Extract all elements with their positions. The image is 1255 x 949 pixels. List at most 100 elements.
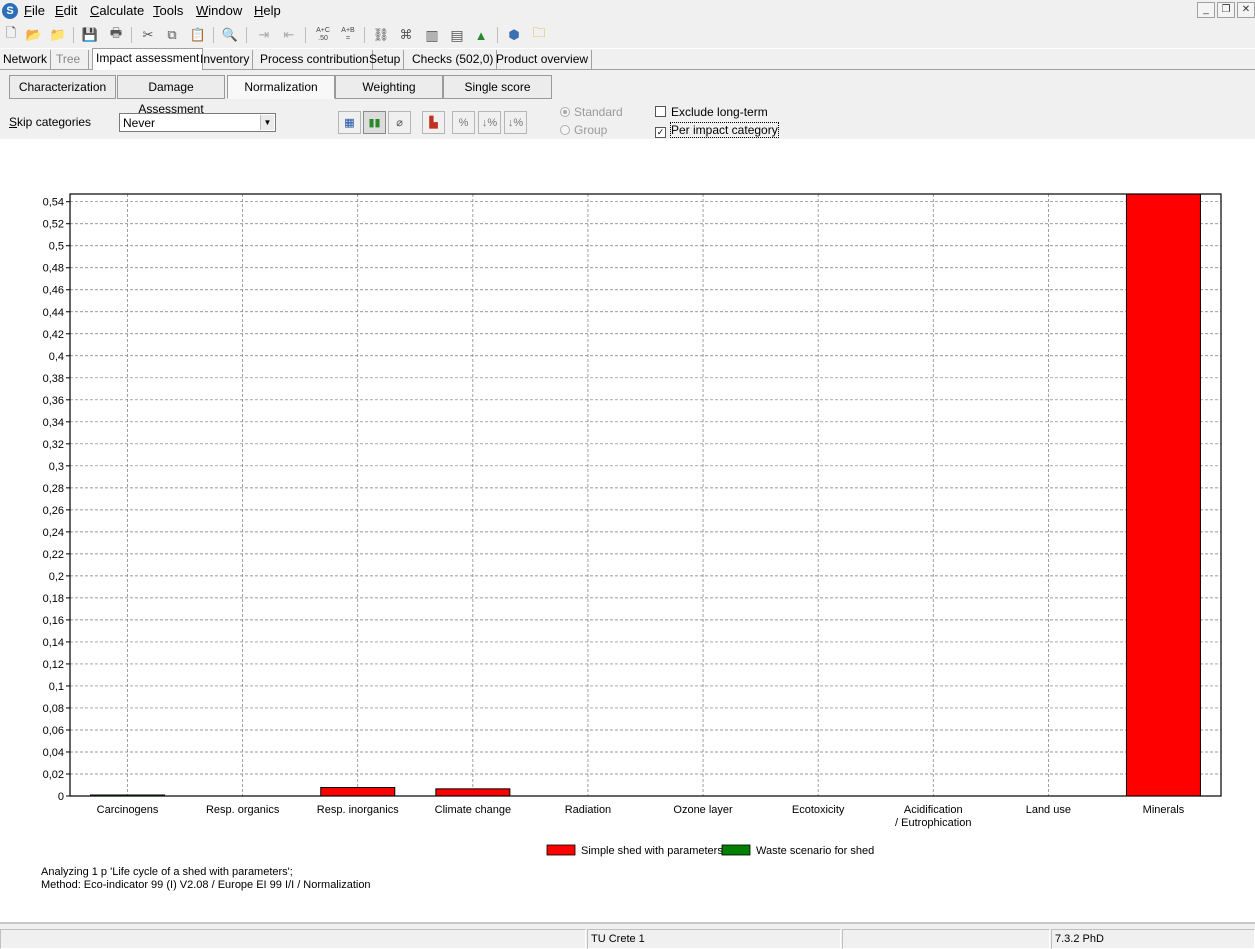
stacked-bar-icon[interactable]: ▙: [422, 111, 445, 134]
y-tick-label: 0,26: [43, 505, 64, 517]
characterization-view-icon[interactable]: ⌀: [388, 111, 411, 134]
x-category-label: Radiation: [565, 804, 611, 816]
bar-simple-shed: [1125, 193, 1201, 797]
y-tick-label: 0,2: [49, 571, 64, 583]
y-tick-label: 0,28: [43, 483, 64, 495]
x-category-label: Resp. organics: [206, 804, 280, 816]
libraries-icon[interactable]: ⬢: [504, 25, 524, 45]
tab-setup[interactable]: Setup: [366, 50, 405, 70]
subtab-single-score[interactable]: Single score: [443, 75, 552, 99]
subtab-weighting[interactable]: Weighting: [335, 75, 443, 99]
app-logo-icon: S: [2, 3, 18, 19]
y-tick-label: 0,34: [43, 417, 64, 429]
tab-impact-assessment[interactable]: Impact assessment: [92, 48, 204, 71]
per-impact-category-checkbox[interactable]: ✓ Per impact category: [655, 122, 779, 138]
method-description: Method: Eco-indicator 99 (I) V2.08 / Eur…: [41, 879, 371, 891]
normalization-chart: 0 0,02 0,04 0,06 0,08 0,1 0,12 0,14 0,16 0,18 0,2 0…: [43, 193, 1222, 857]
legend-label: Waste scenario for shed: [756, 845, 874, 857]
new-icon[interactable]: 🗋: [1, 25, 21, 45]
y-tick-label: 0,08: [43, 703, 64, 715]
y-tick-label: 0,5: [49, 241, 64, 253]
copy-icon[interactable]: ⧉: [162, 25, 182, 45]
y-tick-label: 0,52: [43, 219, 64, 231]
tab-process-contribution[interactable]: Process contribution: [257, 50, 373, 70]
tab-network[interactable]: Network: [0, 50, 52, 70]
save-icon[interactable]: 💾: [80, 25, 100, 45]
exclude-long-term-checkbox[interactable]: Exclude long-term: [655, 105, 768, 119]
menu-window[interactable]: Window: [196, 3, 242, 18]
legend-swatch: [721, 844, 751, 856]
window-controls: _ ❐ ✕: [1197, 2, 1255, 18]
x-category-label: Carcinogens: [97, 804, 159, 816]
legend-swatch: [546, 844, 576, 856]
control-panel: Characterization Damage Assessment Norma…: [0, 70, 1255, 139]
tab-tree[interactable]: Tree: [48, 50, 90, 70]
chevron-down-icon[interactable]: ▼: [260, 115, 274, 130]
legend-label: Simple shed with parameters: [581, 845, 723, 857]
group-radio[interactable]: Group: [560, 123, 607, 137]
x-category-label: / Eutrophication: [895, 817, 971, 829]
subtab-damage-assessment[interactable]: Damage Assessment: [117, 75, 225, 116]
y-tick-label: 0,24: [43, 527, 64, 539]
tab-checks[interactable]: Checks (502,0): [409, 50, 498, 70]
radio-icon: [560, 125, 570, 135]
print-icon[interactable]: 🖶: [106, 25, 126, 45]
per-impact-category-label: Per impact category: [670, 122, 779, 138]
bar-simple-shed: [320, 787, 396, 797]
subtab-normalization[interactable]: Normalization: [227, 75, 335, 99]
y-tick-label: 0,02: [43, 769, 64, 781]
paste-icon[interactable]: 📋: [188, 25, 208, 45]
tab-product-overview[interactable]: Product overview: [493, 50, 593, 70]
delete-line-icon[interactable]: ⇤: [279, 25, 299, 45]
stacked-chart-icon[interactable]: ▤: [447, 25, 467, 45]
skip-categories-select[interactable]: Never ▼: [119, 113, 276, 132]
restore-icon[interactable]: ❐: [1217, 2, 1235, 18]
close-icon[interactable]: ✕: [1237, 2, 1255, 18]
find-icon[interactable]: 🔍: [220, 25, 240, 45]
x-category-label: Land use: [1026, 804, 1071, 816]
projects-icon[interactable]: 🗀: [529, 25, 549, 45]
y-tick-label: 0,4: [49, 351, 64, 363]
y-tick-label: 0,06: [43, 725, 64, 737]
open-icon[interactable]: 📂: [24, 25, 44, 45]
sort-percent-alt-icon[interactable]: ↓%: [504, 111, 527, 134]
y-tick-label: 0,38: [43, 373, 64, 385]
x-category-label: Ozone layer: [673, 804, 733, 816]
monte-carlo-icon[interactable]: ▲: [471, 25, 491, 45]
skip-categories-label: Skip categories: [9, 115, 92, 129]
status-bar: TU Crete 1 7.3.2 PhD: [0, 922, 1255, 949]
chart-view-icon[interactable]: ▮▮: [363, 111, 386, 134]
percent-icon[interactable]: %: [452, 111, 475, 134]
y-tick-label: 0,04: [43, 747, 64, 759]
y-tick-label: 0,14: [43, 637, 64, 649]
menu-bar: S File Edit Calculate Tools Window Help …: [0, 0, 1255, 22]
standard-label: Standard: [574, 105, 623, 119]
skip-categories-value: Never: [123, 116, 156, 130]
minimize-icon[interactable]: _: [1197, 2, 1215, 18]
cut-icon[interactable]: ✂: [138, 25, 158, 45]
analyze-icon[interactable]: A+C .50: [312, 25, 334, 45]
y-tick-label: 0,18: [43, 593, 64, 605]
table-view-icon[interactable]: ▦: [338, 111, 361, 134]
menu-tools[interactable]: Tools: [153, 3, 183, 18]
toolbar: 🗋 📂 📁 💾 🖶 ✂ ⧉ 📋 🔍 ⇥ ⇤ A+C .50 A+B = ⛓ ⌘ ▥ …: [0, 22, 1255, 48]
menu-file[interactable]: File: [24, 3, 45, 18]
menu-edit[interactable]: Edit: [55, 3, 77, 18]
y-tick-label: 0,3: [49, 461, 64, 473]
compare-icon[interactable]: A+B =: [337, 25, 359, 45]
network-icon[interactable]: ⛓: [371, 25, 391, 45]
sort-percent-icon[interactable]: ↓%: [478, 111, 501, 134]
tree-icon[interactable]: ⌘: [396, 25, 416, 45]
bar-chart-icon[interactable]: ▥: [422, 25, 442, 45]
standard-radio[interactable]: Standard: [560, 105, 623, 119]
tab-inventory[interactable]: Inventory: [197, 50, 254, 70]
x-category-label: Ecotoxicity: [792, 804, 845, 816]
insert-line-icon[interactable]: ⇥: [254, 25, 274, 45]
menu-calculate[interactable]: Calculate: [90, 3, 144, 18]
subtab-characterization[interactable]: Characterization: [9, 75, 116, 99]
menu-help[interactable]: Help: [254, 3, 281, 18]
exclude-long-term-label: Exclude long-term: [671, 105, 768, 119]
open-project-icon[interactable]: 📁: [48, 25, 68, 45]
checkmark-icon: ✓: [655, 127, 666, 138]
analysis-description: Analyzing 1 p 'Life cycle of a shed with…: [41, 866, 293, 878]
